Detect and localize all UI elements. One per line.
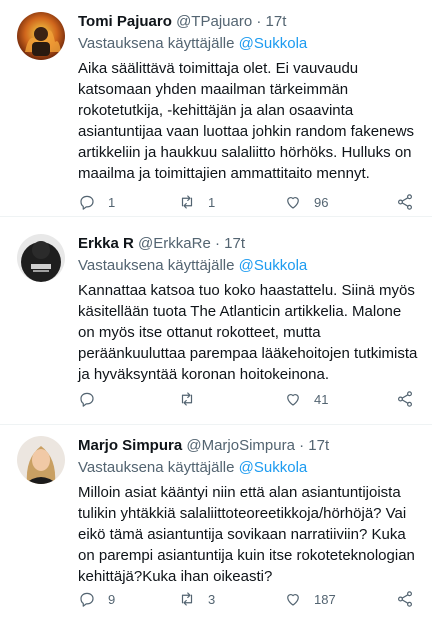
like-button[interactable]: 187 xyxy=(284,588,336,610)
tweet-text: Milloin asiat kääntyi niin että alan asi… xyxy=(78,484,415,585)
tweet-text: Aika säälittävä toimittaja olet. Ei vauv… xyxy=(78,60,415,182)
share-icon xyxy=(398,194,412,210)
avatar[interactable] xyxy=(17,436,65,484)
tweet-text: Kannattaa katsoa tuo koko haastattelu. S… xyxy=(78,282,418,383)
reply-icon xyxy=(80,592,94,607)
separator-dot: · xyxy=(214,235,220,252)
user-handle[interactable]: @MarjoSimpura xyxy=(186,437,295,454)
reply-button[interactable]: 1 xyxy=(78,191,115,213)
heart-icon xyxy=(287,594,299,606)
user-handle[interactable]: @ErkkaRe xyxy=(138,235,211,252)
tweet[interactable]: Tomi Pajuaro @TPajuaro · 17t Vastauksena… xyxy=(0,0,432,217)
reply-prefix: Vastauksena käyttäjälle xyxy=(78,257,235,274)
share-button[interactable] xyxy=(396,588,414,610)
heart-icon xyxy=(287,394,299,406)
retweet-button[interactable] xyxy=(178,388,208,410)
reply-prefix: Vastauksena käyttäjälle xyxy=(78,35,235,52)
user-handle[interactable]: @TPajuaro xyxy=(176,13,252,30)
avatar[interactable] xyxy=(17,12,65,60)
like-count: 41 xyxy=(314,391,329,407)
separator-dot: · xyxy=(256,13,262,30)
share-button[interactable] xyxy=(396,388,414,410)
retweet-count: 3 xyxy=(208,591,216,607)
reply-icon xyxy=(80,392,94,407)
timestamp[interactable]: 17t xyxy=(308,437,329,454)
reply-context: Vastauksena käyttäjälle @Sukkola xyxy=(78,256,420,276)
retweet-button[interactable]: 1 xyxy=(178,191,215,213)
user-name[interactable]: Marjo Simpura xyxy=(78,437,182,454)
reply-context: Vastauksena käyttäjälle @Sukkola xyxy=(78,458,420,478)
user-name[interactable]: Tomi Pajuaro xyxy=(78,13,172,30)
reply-button[interactable] xyxy=(78,388,108,410)
like-button[interactable]: 41 xyxy=(284,388,328,410)
retweet-icon xyxy=(181,195,193,209)
tweet-header: Marjo Simpura @MarjoSimpura · 17t xyxy=(78,436,420,456)
share-icon xyxy=(398,591,412,607)
timestamp[interactable]: 17t xyxy=(266,13,287,30)
tweet-header: Tomi Pajuaro @TPajuaro · 17t xyxy=(78,12,420,32)
avatar[interactable] xyxy=(17,234,65,282)
share-button[interactable] xyxy=(396,191,414,213)
retweet-icon xyxy=(181,592,193,606)
heart-icon xyxy=(287,197,299,209)
reply-mention-link[interactable]: @Sukkola xyxy=(239,459,308,476)
retweet-button[interactable]: 3 xyxy=(178,588,215,610)
tweet-actions: 1 1 96 xyxy=(78,191,418,213)
separator-dot: · xyxy=(299,437,305,454)
like-button[interactable]: 96 xyxy=(284,191,328,213)
reply-mention-link[interactable]: @Sukkola xyxy=(239,257,308,274)
tweet[interactable]: Erkka R @ErkkaRe · 17t Vastauksena käytt… xyxy=(0,218,432,425)
tweet[interactable]: Marjo Simpura @MarjoSimpura · 17t Vastau… xyxy=(0,426,432,629)
like-count: 96 xyxy=(314,194,329,210)
reply-context: Vastauksena käyttäjälle @Sukkola xyxy=(78,34,420,54)
timestamp[interactable]: 17t xyxy=(224,235,245,252)
tweet-actions: 41 xyxy=(78,388,418,410)
user-name[interactable]: Erkka R xyxy=(78,235,134,252)
reply-count: 9 xyxy=(108,591,116,607)
reply-button[interactable]: 9 xyxy=(78,588,115,610)
like-count: 187 xyxy=(314,591,336,607)
share-icon xyxy=(398,391,412,407)
reply-count: 1 xyxy=(108,194,116,210)
reply-mention-link[interactable]: @Sukkola xyxy=(239,35,308,52)
reply-prefix: Vastauksena käyttäjälle xyxy=(78,459,235,476)
tweet-header: Erkka R @ErkkaRe · 17t xyxy=(78,234,420,254)
reply-icon xyxy=(80,195,94,210)
retweet-icon xyxy=(181,392,193,406)
tweet-actions: 9 3 187 xyxy=(78,588,418,610)
retweet-count: 1 xyxy=(208,194,216,210)
